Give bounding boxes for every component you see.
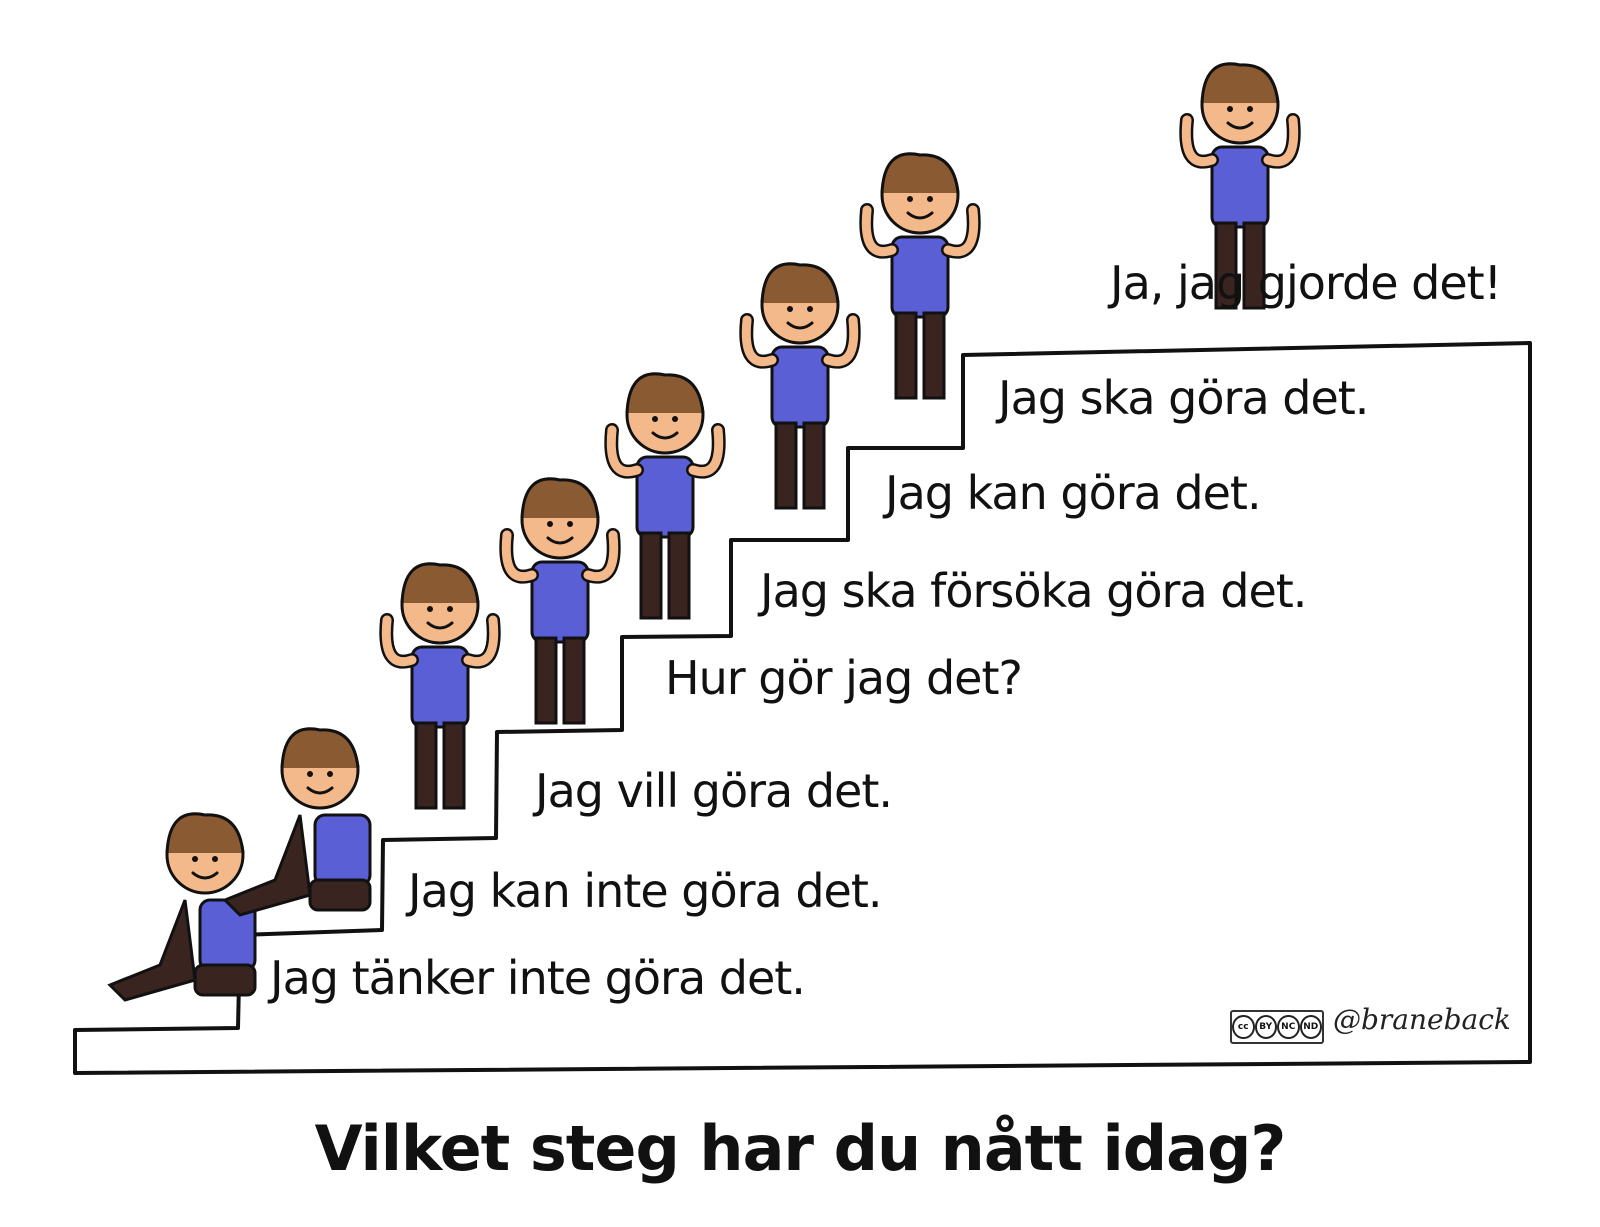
question-heading: Vilket steg har du nått idag? xyxy=(314,1112,1287,1185)
success-staircase-illustration: Jag tänker inte göra det. Jag kan inte g… xyxy=(0,0,1600,1223)
figure-4-standing xyxy=(499,477,621,725)
step-label-7: Jag ska göra det. xyxy=(998,371,1369,425)
step-label-1: Jag tänker inte göra det. xyxy=(270,951,806,1005)
figure-7-running xyxy=(859,152,981,400)
step-label-8: Ja, jag gjorde det! xyxy=(1110,256,1502,310)
creative-commons-badge: cc BY NC ND xyxy=(1230,1010,1324,1044)
step-label-2: Jag kan inte göra det. xyxy=(408,864,882,918)
figure-2-sitting xyxy=(222,727,372,917)
step-label-6: Jag kan göra det. xyxy=(885,466,1262,520)
step-label-5: Jag ska försöka göra det. xyxy=(760,564,1307,618)
figure-6-standing xyxy=(739,262,861,510)
by-icon: BY xyxy=(1254,1015,1277,1039)
nc-icon: NC xyxy=(1277,1015,1300,1039)
cc-icon: cc xyxy=(1232,1015,1255,1039)
author-credit: @braneback xyxy=(1333,1003,1511,1036)
nd-icon: ND xyxy=(1299,1015,1322,1039)
step-label-4: Hur gör jag det? xyxy=(665,651,1023,705)
figure-5-kicking xyxy=(604,372,726,620)
figure-3-standing xyxy=(379,562,501,810)
step-label-3: Jag vill göra det. xyxy=(535,764,893,818)
